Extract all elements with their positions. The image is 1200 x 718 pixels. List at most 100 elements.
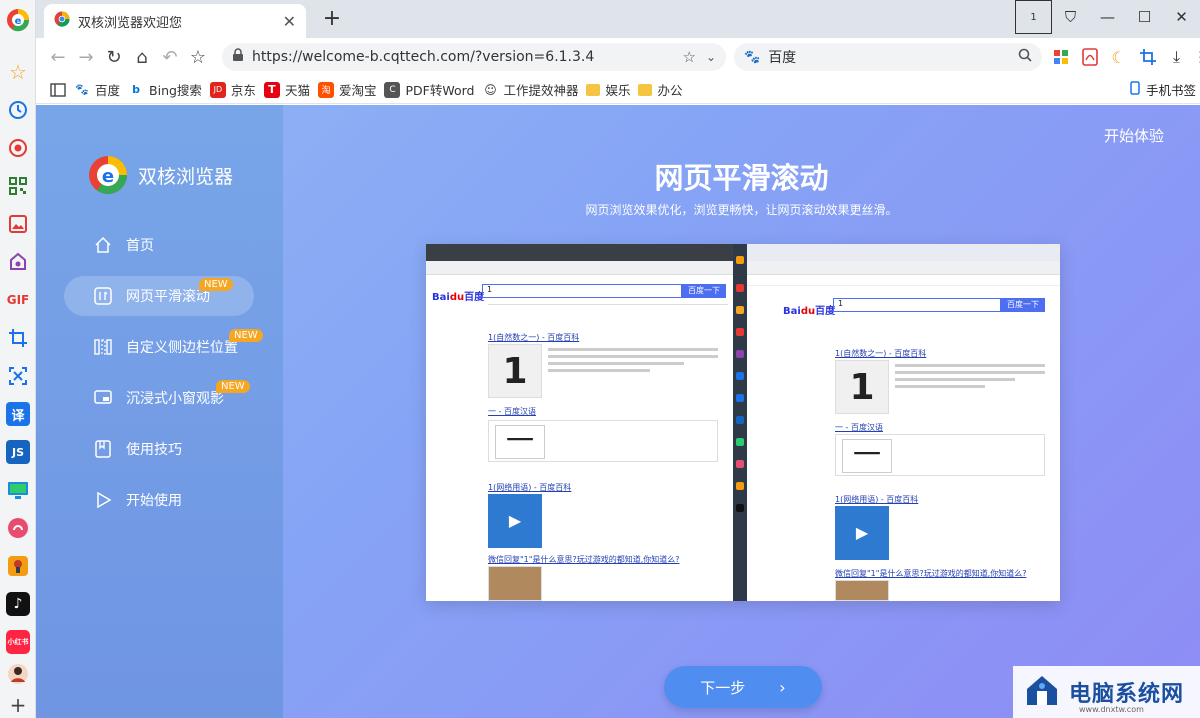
maximize-button[interactable]: ☐ (1126, 0, 1163, 34)
chrome-favicon-icon (54, 11, 70, 31)
xiaohongshu-icon[interactable]: 小红书 (6, 630, 30, 654)
bookmark-efficiency[interactable]: ☺ 工作提效神器 (482, 80, 578, 99)
skin-icon[interactable]: ⛉ (1052, 0, 1089, 34)
minimize-button[interactable]: — (1089, 0, 1126, 34)
qrcode-icon[interactable] (6, 174, 30, 198)
monitor-icon[interactable] (6, 478, 30, 502)
back-button[interactable]: ← (44, 43, 72, 71)
bookmark-aitaobao[interactable]: 淘爱淘宝 (317, 80, 376, 99)
js-tool-icon[interactable]: JS (6, 440, 30, 464)
menu-item-tips[interactable]: 使用技巧 (64, 429, 254, 469)
bookmark-tmall[interactable]: T 天猫 (263, 80, 310, 99)
music-icon[interactable] (6, 516, 30, 540)
new-badge: NEW (216, 380, 250, 393)
preview-result-title: 一 - 百度汉语 (488, 407, 536, 416)
home-button[interactable]: ⌂ (128, 43, 156, 71)
undo-close-button[interactable]: ↶ (156, 43, 184, 71)
screenshot-crop-icon[interactable] (1135, 43, 1160, 71)
menu-item-smooth-scroll[interactable]: 网页平滑滚动 NEW (64, 276, 254, 316)
brand: e 双核浏览器 (88, 155, 233, 195)
preview-result-title: 一 - 百度汉语 (835, 423, 883, 432)
welcome-page: e 双核浏览器 首页 网页平滑滚动 NEW 自定义侧边栏位置 NEW 沉浸式小窗… (36, 105, 1200, 718)
pdf-word-icon: C (384, 81, 401, 98)
reload-button[interactable]: ↻ (100, 43, 128, 71)
menu-item-home[interactable]: 首页 (64, 225, 254, 265)
baidu-icon: 🐾 (75, 83, 89, 96)
favorites-star-icon[interactable]: ☆ (6, 60, 30, 84)
translate-icon[interactable]: 译 (6, 402, 30, 426)
phone-icon (1130, 81, 1140, 98)
bookmark-folder-office[interactable]: 办公 (638, 80, 683, 99)
preview-search-button: 百度一下 (682, 284, 726, 298)
bookmark-pdf-word[interactable]: C PDF转Word (384, 80, 474, 99)
toolbar-icons: ☾ ⤓ ☰ (1048, 43, 1200, 71)
window-controls: 1 ⛉ — ☐ ✕ (1015, 0, 1200, 34)
book-icon (94, 440, 112, 458)
tab-count-icon[interactable]: 1 (1015, 0, 1052, 34)
bookmark-baidu[interactable]: 🐾 百度 (74, 80, 120, 99)
pet-icon[interactable] (6, 250, 30, 274)
tab-welcome[interactable]: 双核浏览器欢迎您 ✕ (44, 4, 306, 38)
watermark-url: www.dnxtw.com (1079, 705, 1144, 714)
brand-name: 双核浏览器 (138, 165, 234, 188)
tmall-icon: T (263, 81, 280, 98)
watermark: 电脑系统网 www.dnxtw.com (1013, 666, 1200, 718)
bookmark-star-button[interactable]: ☆ (184, 43, 212, 71)
bookmark-bing[interactable]: b Bing搜索 (128, 80, 202, 99)
crop-icon[interactable] (6, 326, 30, 350)
history-clock-icon[interactable] (6, 98, 30, 122)
preview-search-button: 百度一下 (1001, 298, 1045, 312)
pdf-icon[interactable] (1077, 43, 1102, 71)
gif-icon[interactable]: GIF (6, 288, 30, 312)
search-icon[interactable] (1018, 48, 1032, 66)
download-icon[interactable]: ⤓ (1164, 43, 1189, 71)
folder-icon (586, 83, 601, 96)
game-icon[interactable] (6, 554, 30, 578)
feature-menu: 首页 网页平滑滚动 NEW 自定义侧边栏位置 NEW 沉浸式小窗观影 NEW 使… (64, 225, 263, 531)
apps-grid-icon[interactable] (1048, 43, 1073, 71)
favorite-star-icon[interactable]: ☆ (682, 48, 695, 66)
record-icon[interactable] (6, 136, 30, 160)
menu-item-sidebar-position[interactable]: 自定义侧边栏位置 NEW (64, 327, 263, 367)
night-mode-icon[interactable]: ☾ (1106, 43, 1131, 71)
side-toolbar: e ☆ GIF 译 JS ♪ 小红书 + (0, 0, 36, 718)
next-step-button[interactable]: 下一步 › (664, 666, 822, 708)
search-box[interactable]: 🐾 百度 (734, 43, 1042, 71)
avatar-icon[interactable] (6, 662, 30, 686)
preview-result-title: 微信回复"1"是什么意思?玩过游戏的都知道,你知道么? (488, 555, 680, 564)
image-icon[interactable] (6, 212, 30, 236)
tiktok-icon[interactable]: ♪ (6, 592, 30, 616)
add-sidebar-icon[interactable]: + (6, 693, 30, 717)
preview-result-title: 1(网络用语) - 百度百科 (488, 483, 572, 492)
scan-icon[interactable] (6, 364, 30, 388)
house-logo-icon (1023, 671, 1061, 713)
browser-logo-icon[interactable]: e (6, 8, 30, 32)
navigation-bar: ← → ↻ ⌂ ↶ ☆ https://welcome-b.cqttech.co… (36, 38, 1200, 76)
scroll-icon (94, 287, 112, 305)
close-window-button[interactable]: ✕ (1163, 0, 1200, 34)
start-experience-link[interactable]: 开始体验 (1104, 125, 1164, 146)
bookmark-folder-entertainment[interactable]: 娱乐 (586, 80, 630, 99)
forward-button[interactable]: → (72, 43, 100, 71)
feature-sidebar: e 双核浏览器 首页 网页平滑滚动 NEW 自定义侧边栏位置 NEW 沉浸式小窗… (36, 105, 283, 718)
address-bar[interactable]: https://welcome-b.cqttech.com/?version=6… (222, 43, 726, 71)
page-subtitle: 网页浏览效果优化，浏览更畅快，让网页滚动效果更丝滑。 (585, 203, 898, 217)
mini-window-icon (94, 389, 112, 407)
preview-result-title: 1(自然数之一) - 百度百科 (835, 349, 927, 358)
tab-close-icon[interactable]: ✕ (283, 12, 296, 31)
folder-icon (638, 83, 653, 96)
svg-text:e: e (15, 16, 22, 27)
bookmarks-bar: 🐾 百度 b Bing搜索 JD 京东 T 天猫 淘爱淘宝 C PDF转Word ☺ 工作提… (36, 76, 1200, 104)
sidebar-toggle-icon[interactable] (50, 82, 66, 97)
preview-sidebar (733, 244, 747, 601)
browser-logo-icon: e (88, 155, 128, 195)
new-tab-button[interactable]: + (320, 6, 344, 31)
menu-item-get-started[interactable]: 开始使用 (64, 480, 254, 520)
menu-item-mini-window[interactable]: 沉浸式小窗观影 NEW (64, 378, 254, 418)
chevron-down-icon[interactable]: ⌄ (706, 50, 716, 64)
tab-title: 双核浏览器欢迎您 (78, 15, 183, 31)
search-engine-label: 百度 (768, 50, 797, 66)
mobile-bookmarks[interactable]: 手机书签 (1130, 80, 1196, 99)
menu-icon[interactable]: ☰ (1193, 43, 1200, 71)
bookmark-jd[interactable]: JD 京东 (209, 80, 256, 99)
